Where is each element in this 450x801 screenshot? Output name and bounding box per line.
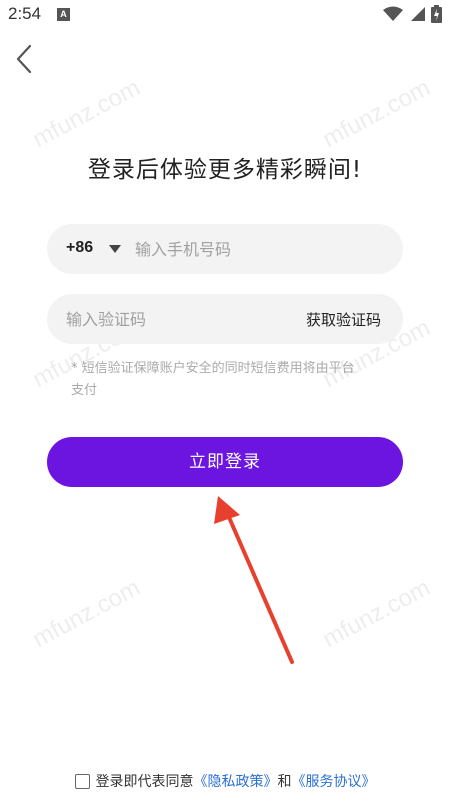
agreement-checkbox[interactable] xyxy=(74,774,90,789)
annotation-arrow xyxy=(214,496,294,664)
agreement-prefix: 登录即代表同意 xyxy=(95,774,194,790)
privacy-policy-link[interactable]: 《隐私政策》 xyxy=(194,774,278,790)
agreement-conjunction: 和 xyxy=(277,774,292,790)
agreement-row: 登录即代表同意《隐私政策》和《服务协议》 xyxy=(0,771,450,791)
service-agreement-link[interactable]: 《服务协议》 xyxy=(292,774,376,790)
